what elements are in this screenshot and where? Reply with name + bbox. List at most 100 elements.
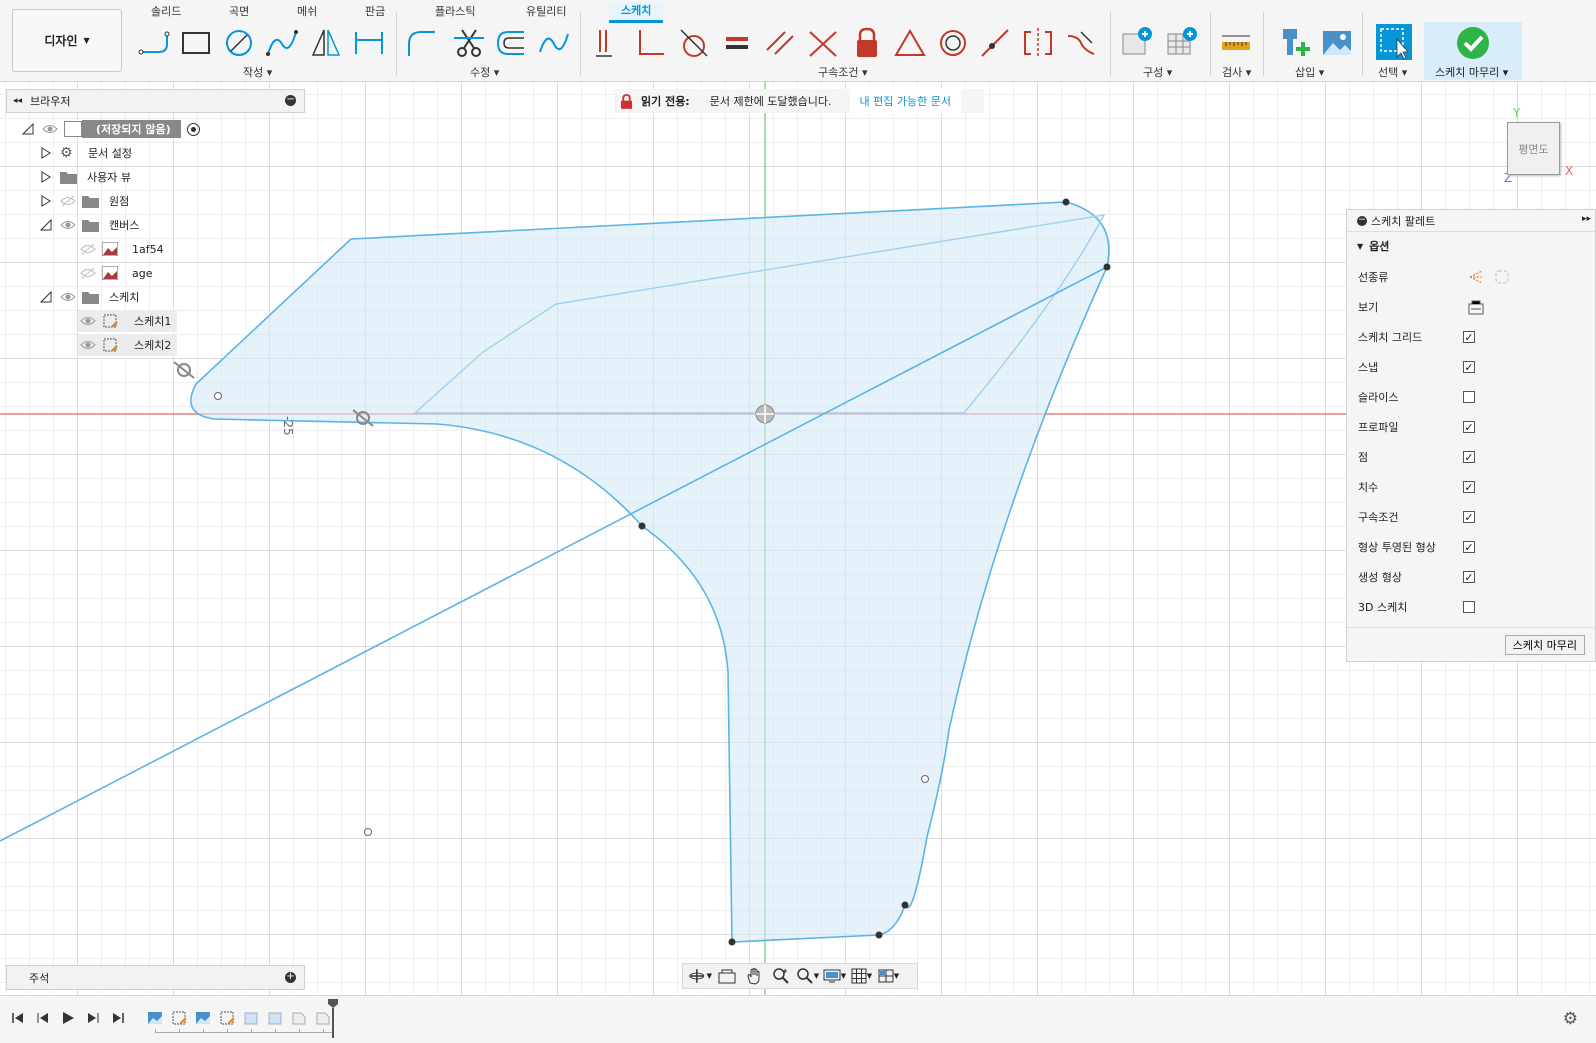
- finish-sketch-button[interactable]: 스케치 마무리 ▾: [1424, 22, 1522, 80]
- equal-constraint-icon[interactable]: [720, 26, 754, 60]
- timeline-marker-icon[interactable]: [327, 998, 339, 1038]
- orbit-icon[interactable]: ▼: [687, 966, 712, 986]
- rectangle-tool-icon[interactable]: [179, 26, 213, 60]
- timeline-canvas-icon[interactable]: [195, 1010, 211, 1026]
- slice-checkbox[interactable]: [1463, 391, 1475, 403]
- construct-table-icon[interactable]: [1165, 26, 1199, 60]
- coincident-point-icon[interactable]: [978, 26, 1012, 60]
- activate-radio-icon[interactable]: [186, 122, 200, 136]
- sketch-point[interactable]: [728, 938, 736, 946]
- constraints-group-label[interactable]: 구속조건 ▾: [818, 64, 868, 80]
- modify-group-label[interactable]: 수정 ▾: [470, 64, 499, 80]
- eye-hidden-icon[interactable]: [80, 267, 96, 279]
- measure-ruler-icon[interactable]: [1219, 26, 1253, 60]
- timeline-feature-icon[interactable]: [267, 1010, 283, 1026]
- viewports-icon[interactable]: ▼: [876, 966, 901, 986]
- tree-item-origin[interactable]: 원점: [40, 190, 129, 212]
- sketch-scale-curve-icon[interactable]: [537, 26, 571, 60]
- timeline-feature-icon[interactable]: [291, 1010, 307, 1026]
- eye-icon[interactable]: [80, 339, 96, 351]
- minus-circle-icon[interactable]: −: [1357, 215, 1367, 226]
- look-at-icon[interactable]: [714, 966, 739, 986]
- zoom-fit-icon[interactable]: ▼: [795, 966, 820, 986]
- tab-sheetmetal[interactable]: 판금: [365, 3, 385, 19]
- timeline-feature-icon[interactable]: [243, 1010, 259, 1026]
- timeline-settings-gear-icon[interactable]: ⚙: [1563, 1009, 1578, 1029]
- select-group-label[interactable]: 선택 ▾: [1378, 64, 1407, 80]
- fillet-tool-icon[interactable]: [405, 26, 439, 60]
- look-at-icon[interactable]: [1468, 299, 1484, 315]
- dimension-label[interactable]: -25: [281, 416, 295, 436]
- profile-checkbox[interactable]: ✓: [1463, 421, 1475, 434]
- sketch-point[interactable]: [1103, 263, 1111, 271]
- midpoint-triangle-icon[interactable]: [893, 26, 927, 60]
- construct-group-label[interactable]: 구성 ▾: [1143, 64, 1172, 80]
- plus-circle-icon[interactable]: +: [285, 972, 296, 983]
- create-group-label[interactable]: 작성 ▾: [243, 64, 272, 80]
- go-to-start-icon[interactable]: [10, 1010, 26, 1026]
- expanded-triangle-icon[interactable]: [40, 291, 52, 303]
- construction-linetype-icon[interactable]: [1468, 269, 1484, 285]
- collapsed-triangle-icon[interactable]: [40, 195, 52, 207]
- tree-item-canvas-1af54[interactable]: 1af54: [80, 238, 164, 260]
- sketch-point-open[interactable]: [921, 775, 929, 783]
- projected-geometry-checkbox[interactable]: ✓: [1463, 541, 1475, 554]
- insert-group-label[interactable]: 삽입 ▾: [1295, 64, 1324, 80]
- tree-item-sketches[interactable]: 스케치: [40, 286, 139, 308]
- expand-panel-icon[interactable]: ▸▸: [1582, 214, 1591, 224]
- collapsed-triangle-icon[interactable]: [40, 147, 52, 159]
- dimension-tool-icon[interactable]: [352, 26, 386, 60]
- constraints-checkbox[interactable]: ✓: [1463, 511, 1475, 524]
- tab-utility[interactable]: 유틸리티: [526, 3, 566, 19]
- coincident-constraint-icon[interactable]: [592, 26, 626, 60]
- sketch-point[interactable]: [1062, 198, 1070, 206]
- timeline-sketch-icon[interactable]: [219, 1010, 235, 1026]
- tree-item-doc-settings[interactable]: ⚙ 문서 설정: [40, 142, 132, 164]
- sketch-point-open[interactable]: [364, 828, 372, 836]
- go-to-end-icon[interactable]: [110, 1010, 126, 1026]
- spline-tool-icon[interactable]: [265, 26, 299, 60]
- pan-hand-icon[interactable]: [741, 966, 766, 986]
- eye-hidden-icon[interactable]: [60, 195, 76, 207]
- collinear-constraint-icon[interactable]: [806, 26, 840, 60]
- tab-surface[interactable]: 곡면: [229, 3, 249, 19]
- concentric-constraint-icon[interactable]: [936, 26, 970, 60]
- workspace-switcher[interactable]: 디자인 ▼: [12, 9, 122, 72]
- eye-icon[interactable]: [42, 123, 58, 135]
- curvature-constraint-icon[interactable]: [1064, 26, 1098, 60]
- select-window-icon[interactable]: [1375, 23, 1413, 61]
- tree-item-sketch1[interactable]: 스케치1: [78, 310, 178, 332]
- eye-icon[interactable]: [60, 219, 76, 231]
- expanded-triangle-icon[interactable]: [22, 123, 34, 135]
- eye-icon[interactable]: [60, 291, 76, 303]
- step-back-icon[interactable]: [35, 1010, 51, 1026]
- tangent-constraint-glyph-icon[interactable]: [173, 361, 195, 379]
- 3d-sketch-checkbox[interactable]: [1463, 601, 1475, 613]
- snap-checkbox[interactable]: ✓: [1463, 361, 1475, 374]
- construct-plane-icon[interactable]: [1120, 26, 1154, 60]
- sketch-point[interactable]: [901, 901, 909, 909]
- insert-image-icon[interactable]: [1320, 26, 1354, 60]
- construction-geometry-checkbox[interactable]: ✓: [1463, 571, 1475, 584]
- zoom-icon[interactable]: [768, 966, 793, 986]
- tab-plastic[interactable]: 플라스틱: [435, 3, 475, 19]
- points-checkbox[interactable]: ✓: [1463, 451, 1475, 464]
- eye-hidden-icon[interactable]: [80, 243, 96, 255]
- sketch-point[interactable]: [638, 522, 646, 530]
- tree-item-sketch2[interactable]: 스케치2: [78, 334, 178, 356]
- sketch-grid-checkbox[interactable]: ✓: [1463, 331, 1475, 344]
- mirror-tool-icon[interactable]: [309, 26, 343, 60]
- tab-mesh[interactable]: 메쉬: [297, 3, 317, 19]
- timeline-sketch-icon[interactable]: [171, 1010, 187, 1026]
- play-icon[interactable]: [60, 1010, 76, 1026]
- display-settings-icon[interactable]: ▼: [822, 966, 847, 986]
- tab-sketch[interactable]: 스케치: [609, 2, 664, 23]
- step-forward-icon[interactable]: [85, 1010, 101, 1026]
- eye-icon[interactable]: [80, 315, 96, 327]
- editable-docs-link[interactable]: 내 편집 가능한 문서: [849, 89, 961, 113]
- line-tool-icon[interactable]: [137, 26, 171, 60]
- tab-solid[interactable]: 솔리드: [151, 3, 181, 19]
- sketch-profile-region[interactable]: [190, 201, 1110, 943]
- sketch-point-open[interactable]: [214, 392, 222, 400]
- fix-lock-icon[interactable]: [850, 26, 884, 60]
